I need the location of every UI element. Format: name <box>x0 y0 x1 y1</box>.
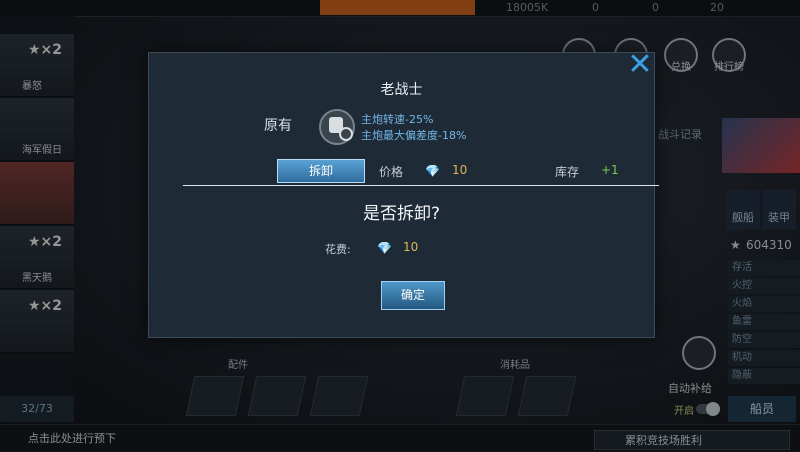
original-label: 原有 <box>264 118 292 134</box>
confirm-question: 是否拆卸? <box>362 204 441 224</box>
dialog-title: 老战士 <box>380 82 423 98</box>
skill-effect-line: 主炮转速-25% <box>361 113 434 126</box>
price-value: 10 <box>452 163 468 177</box>
cost-value: 10 <box>403 240 419 254</box>
skill-icon <box>319 109 355 145</box>
skill-effect-line: 主炮最大偏差度-18% <box>361 129 467 142</box>
stock-label: 库存 <box>555 165 580 179</box>
dismantle-button[interactable]: 拆卸 <box>277 159 365 183</box>
diamond-icon: 💎 <box>425 164 440 178</box>
confirm-button[interactable]: 确定 <box>381 281 445 310</box>
price-label: 价格 <box>379 165 404 179</box>
close-icon[interactable]: ✕ <box>625 50 655 80</box>
diamond-icon: 💎 <box>377 241 392 255</box>
dismantle-dialog: 老战士 原有 主炮转速-25% 主炮最大偏差度-18% 拆卸 价格 💎 10 库… <box>148 52 659 338</box>
stock-value: +1 <box>601 163 619 177</box>
dialog-divider <box>183 185 659 186</box>
cost-label: 花费: <box>325 243 351 256</box>
skill-icon-target <box>339 127 353 141</box>
